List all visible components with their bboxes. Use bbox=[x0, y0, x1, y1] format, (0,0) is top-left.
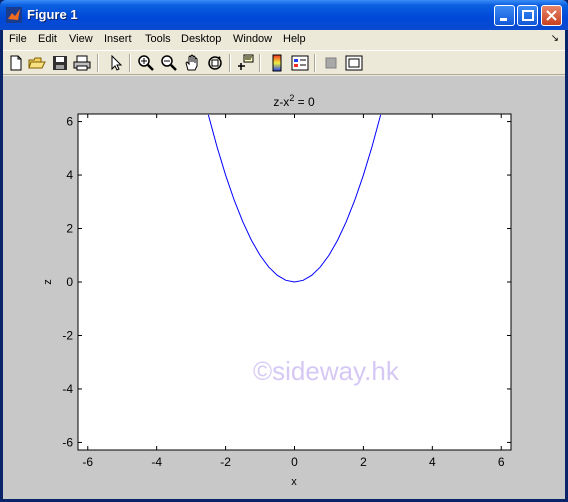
menu-window[interactable]: Window bbox=[233, 33, 272, 45]
dock-arrow-icon[interactable]: ↘ bbox=[551, 33, 559, 44]
save-icon[interactable] bbox=[51, 54, 69, 72]
toolbar-separator bbox=[129, 54, 131, 72]
x-tick-label: 2 bbox=[360, 455, 367, 469]
menu-edit[interactable]: Edit bbox=[38, 33, 57, 45]
menu-insert[interactable]: Insert bbox=[104, 33, 132, 45]
maximize-button[interactable] bbox=[517, 5, 538, 26]
toolbar-separator bbox=[229, 54, 231, 72]
minimize-icon bbox=[500, 18, 507, 21]
toolbar-separator bbox=[97, 54, 99, 72]
colorbar-icon[interactable] bbox=[268, 54, 286, 72]
close-button[interactable] bbox=[541, 5, 562, 26]
x-tick-label: -2 bbox=[220, 455, 231, 469]
window-title: Figure 1 bbox=[27, 7, 78, 22]
x-tick-label: 4 bbox=[429, 455, 436, 469]
y-axis-label: z bbox=[42, 279, 54, 285]
menu-tools[interactable]: Tools bbox=[145, 33, 171, 45]
matlab-logo-icon bbox=[6, 7, 22, 23]
zoom-out-icon[interactable] bbox=[160, 54, 178, 72]
print-icon[interactable] bbox=[73, 54, 91, 72]
toolbar-separator bbox=[314, 54, 316, 72]
close-icon bbox=[546, 10, 557, 21]
x-tick-label: -4 bbox=[151, 455, 162, 469]
figure-canvas[interactable]: -6 -4 -2 0 2 4 6 -6 -4 -2 0 2 4 6 z-x2 = 0 x z ©sidew… bbox=[3, 76, 565, 499]
minimize-button[interactable] bbox=[494, 5, 515, 26]
menu-file[interactable]: File bbox=[9, 33, 27, 45]
y-tick-label: 2 bbox=[66, 222, 73, 236]
chart-title: z-x2 = 0 bbox=[273, 93, 315, 109]
rotate-3d-icon[interactable] bbox=[206, 54, 224, 72]
x-tick-label: -6 bbox=[82, 455, 93, 469]
data-cursor-icon[interactable] bbox=[236, 54, 254, 72]
x-tick-label: 6 bbox=[498, 455, 505, 469]
y-tick-label: -4 bbox=[62, 382, 73, 396]
axes[interactable]: -6 -4 -2 0 2 4 6 -6 -4 -2 0 2 4 6 z-x2 = 0 x z bbox=[3, 76, 565, 499]
y-tick-label: -6 bbox=[62, 435, 73, 449]
menu-desktop[interactable]: Desktop bbox=[181, 33, 221, 45]
hide-plot-tools-icon[interactable] bbox=[322, 54, 340, 72]
title-bar[interactable]: Figure 1 bbox=[0, 0, 568, 30]
toolbar-separator bbox=[259, 54, 261, 72]
legend-icon[interactable] bbox=[291, 54, 309, 72]
figure-toolbar bbox=[3, 50, 565, 75]
menu-bar: File Edit View Insert Tools Desktop Wind… bbox=[3, 30, 565, 49]
zoom-in-icon[interactable] bbox=[137, 54, 155, 72]
open-folder-icon[interactable] bbox=[28, 54, 46, 72]
maximize-icon bbox=[522, 10, 534, 21]
new-file-icon[interactable] bbox=[7, 54, 25, 72]
watermark: ©sideway.hk bbox=[253, 356, 399, 386]
window-client-area: File Edit View Insert Tools Desktop Wind… bbox=[3, 30, 565, 499]
pointer-arrow-icon[interactable] bbox=[107, 54, 125, 72]
x-axis-label: x bbox=[291, 476, 297, 488]
x-tick-label: 0 bbox=[291, 455, 298, 469]
show-plot-tools-icon[interactable] bbox=[345, 54, 363, 72]
y-tick-label: -2 bbox=[62, 328, 73, 342]
figure-window: Figure 1 File Edit View Insert Tools Des… bbox=[0, 0, 568, 502]
menu-view[interactable]: View bbox=[69, 33, 93, 45]
pan-hand-icon[interactable] bbox=[183, 54, 201, 72]
y-tick-label: 4 bbox=[66, 168, 73, 182]
y-tick-label: 6 bbox=[66, 115, 73, 129]
menu-help[interactable]: Help bbox=[283, 33, 306, 45]
y-tick-label: 0 bbox=[66, 275, 73, 289]
